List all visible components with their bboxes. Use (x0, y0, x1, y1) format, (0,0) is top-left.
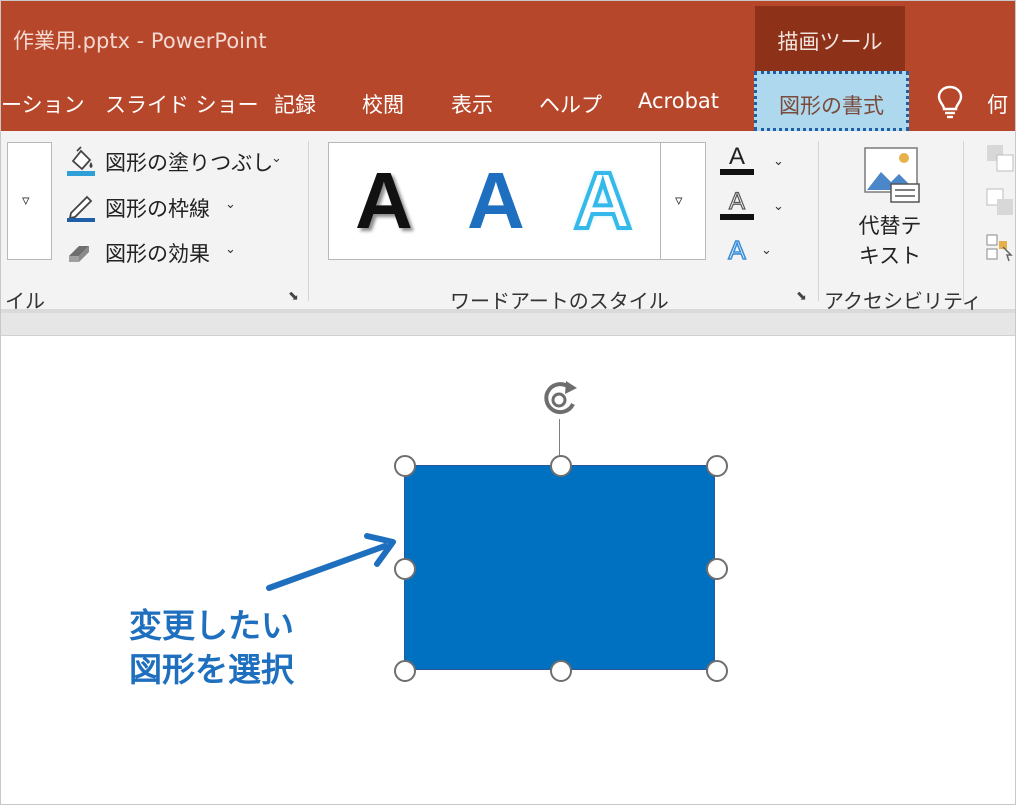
text-outline-button[interactable]: A ⌄ (717, 187, 784, 225)
shape-fill-button[interactable]: 図形の塗りつぶし ⌄ (65, 143, 287, 177)
group-separator (308, 141, 309, 301)
alt-text-label-line1: 代替テ (858, 214, 922, 238)
contextual-group-label: 描画ツール (777, 30, 883, 54)
tab-shape-format-label: 図形の書式 (779, 94, 884, 118)
drawing-tools-contextual-group: 描画ツール (755, 6, 905, 72)
shape-fill-label: 図形の塗りつぶし (105, 151, 274, 175)
chevron-down-icon: ⌄ (225, 197, 236, 212)
wordart-sample-black[interactable]: A (355, 156, 413, 246)
alt-text-button[interactable]: 代替テ キスト (843, 211, 937, 271)
pen-outline-icon (67, 195, 95, 222)
annotation-arrow-icon (266, 533, 396, 591)
selection-pane-icon[interactable] (985, 233, 1015, 263)
alt-text-icon[interactable] (863, 146, 921, 204)
chevron-down-icon: ⌄ (271, 151, 282, 166)
wordart-sample-blue[interactable]: A (467, 156, 525, 246)
svg-text:A: A (729, 143, 745, 170)
tab-slide-show[interactable]: スライド ショー (105, 89, 259, 119)
dialog-launcher-icon[interactable]: ⬊ (288, 290, 302, 304)
tab-acrobat[interactable]: Acrobat (638, 89, 719, 113)
text-fill-button[interactable]: A ⌄ (717, 142, 784, 180)
powerpoint-window: 作業用.pptx - PowerPoint 描画ツール ーション スライド ショ… (0, 0, 1016, 805)
annotation-line2: 図形を選択 (129, 650, 294, 689)
annotation-callout: 変更したい 図形を選択 (129, 604, 294, 692)
bring-forward-icon[interactable] (985, 143, 1015, 173)
text-fill-icon: A (720, 143, 754, 175)
wordart-gallery-more[interactable]: ▿ (660, 143, 706, 259)
tab-shape-format[interactable]: 図形の書式 (754, 71, 909, 131)
chevron-down-icon: ⌄ (773, 154, 784, 169)
rotate-handle-icon[interactable] (535, 376, 591, 422)
wordart-sample-glow[interactable]: A (572, 154, 634, 247)
text-effects-button[interactable]: A ⌄ (717, 231, 777, 269)
tab-transitions[interactable]: ーション (1, 89, 85, 119)
resize-handle-bottom-right[interactable] (706, 660, 728, 682)
svg-text:A: A (728, 235, 746, 265)
shape-styles-gallery[interactable]: ▿ (7, 142, 52, 260)
ribbon-strip (1, 313, 1015, 336)
lightbulb-icon[interactable] (935, 84, 965, 120)
resize-handle-bottom[interactable] (550, 660, 572, 682)
tab-record[interactable]: 記録 (274, 89, 316, 119)
tell-me-search[interactable]: 何 (987, 89, 1008, 119)
gallery-more-icon[interactable]: ▿ (22, 191, 30, 209)
shape-effects-label: 図形の効果 (105, 242, 210, 266)
paint-bucket-icon (67, 146, 95, 176)
chevron-down-icon: ⌄ (225, 242, 236, 257)
wordart-group-label: ワードアートのスタイル (450, 289, 669, 313)
chevron-down-icon: ⌄ (773, 199, 784, 214)
selected-rectangle-shape[interactable] (404, 465, 715, 670)
chevron-down-icon: ⌄ (761, 243, 772, 258)
resize-handle-top-right[interactable] (706, 455, 728, 477)
tab-help[interactable]: ヘルプ (539, 89, 602, 119)
annotation-line1: 変更したい (129, 606, 294, 645)
gallery-more-icon: ▿ (675, 191, 683, 209)
shape-outline-label: 図形の枠線 (105, 197, 210, 221)
dialog-launcher-icon[interactable]: ⬊ (796, 290, 810, 304)
text-outline-icon: A (720, 187, 754, 220)
text-effects-icon: A (728, 234, 748, 266)
title-bar: 作業用.pptx - PowerPoint 描画ツール (1, 1, 1015, 72)
tab-view[interactable]: 表示 (451, 89, 493, 119)
group-separator (963, 141, 964, 301)
shape-styles-group-label: イル (5, 289, 45, 313)
svg-text:A: A (729, 188, 745, 215)
accessibility-group-label: アクセシビリティ (824, 289, 982, 313)
resize-handle-top-left[interactable] (394, 455, 416, 477)
send-backward-icon[interactable] (985, 187, 1015, 217)
resize-handle-top[interactable] (550, 455, 572, 477)
resize-handle-right[interactable] (706, 558, 728, 580)
shape-effects-icon (69, 246, 89, 262)
resize-handle-bottom-left[interactable] (394, 660, 416, 682)
group-separator (818, 141, 819, 301)
document-title: 作業用.pptx - PowerPoint (13, 29, 267, 53)
shape-outline-button[interactable]: 図形の枠線 ⌄ (65, 189, 241, 223)
shape-effects-button[interactable]: 図形の効果 ⌄ (65, 234, 241, 268)
tab-review[interactable]: 校閲 (362, 89, 404, 119)
alt-text-label-line2: キスト (858, 244, 922, 268)
